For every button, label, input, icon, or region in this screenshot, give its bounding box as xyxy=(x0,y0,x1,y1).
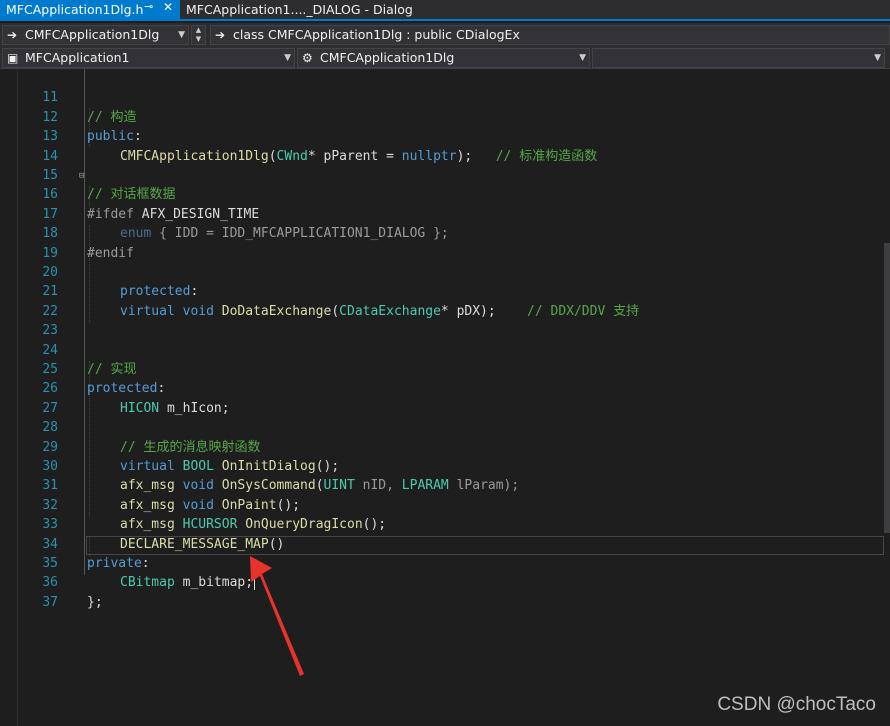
arrow-shape xyxy=(250,556,304,676)
annotation-arrow-icon xyxy=(250,556,304,676)
watermark: CSDN @chocTaco xyxy=(717,694,876,715)
